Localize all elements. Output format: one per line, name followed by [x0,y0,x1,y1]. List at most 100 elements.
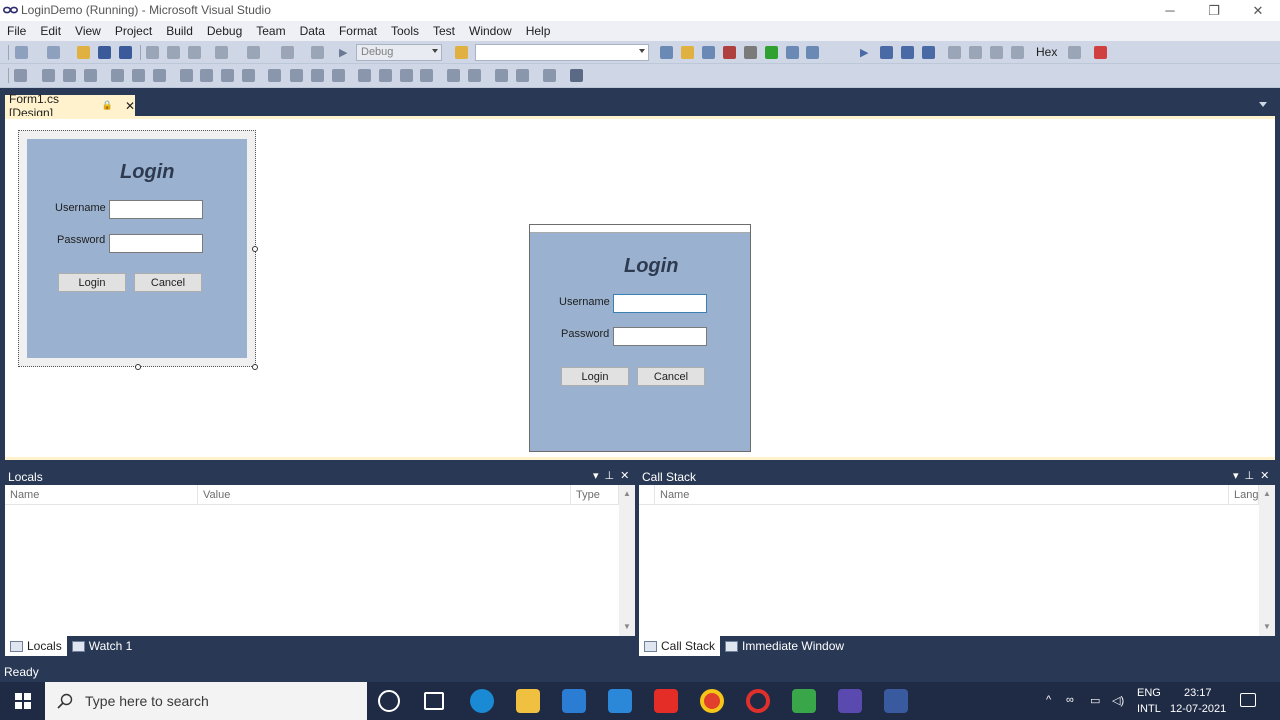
scroll-up-icon[interactable]: ▲ [1263,489,1271,498]
undo-icon[interactable] [215,46,228,59]
running-login-window[interactable]: Login Username Password Login Cancel [529,224,751,452]
cancel-button[interactable]: Cancel [637,367,705,386]
tab-form1-design[interactable]: Form1.cs [Design] 🔒 ✕ [5,92,135,120]
start-icon[interactable]: ▶ [339,46,352,59]
menu-format[interactable]: Format [332,24,384,38]
make-same-width-icon[interactable] [180,69,193,82]
decrease-vertical-spacing-icon[interactable] [400,69,413,82]
scroll-down-icon[interactable]: ▼ [623,622,631,631]
login-demo-app-icon[interactable] [884,689,908,713]
lock-controls-icon[interactable] [543,69,556,82]
menu-tools[interactable]: Tools [384,24,426,38]
youtube-icon[interactable] [654,689,678,713]
menu-debug[interactable]: Debug [200,24,249,38]
clock-date[interactable]: 12-07-2021 [1170,703,1226,715]
show-next-statement-icon[interactable] [948,46,961,59]
tab-immediate-window[interactable]: Immediate Window [720,636,849,656]
task-view-icon[interactable] [424,692,444,710]
minimize-button[interactable]: ─ [1148,0,1192,21]
running-window-caption[interactable] [530,225,750,233]
toolbox-icon[interactable] [723,46,736,59]
properties-icon[interactable] [681,46,694,59]
menu-help[interactable]: Help [519,24,558,38]
make-same-height-icon[interactable] [200,69,213,82]
tab-call-stack[interactable]: Call Stack [639,636,721,656]
extension-manager-icon[interactable] [786,46,799,59]
design-login-button[interactable]: Login [58,273,126,292]
opera-icon[interactable] [746,689,770,713]
locals-column-name[interactable]: Name [5,485,198,505]
menu-file[interactable]: File [0,24,33,38]
start-button[interactable] [0,682,45,720]
horizontal-spacing-equal-icon[interactable] [268,69,281,82]
callstack-scrollbar[interactable]: ▲ ▼ [1259,485,1275,636]
align-bottoms-icon[interactable] [153,69,166,82]
add-item-icon[interactable] [47,46,60,59]
tab-watch-1[interactable]: Watch 1 [67,636,138,656]
document-list-dropdown-icon[interactable] [1259,102,1267,107]
bring-to-front-icon[interactable] [495,69,508,82]
menu-window[interactable]: Window [462,24,519,38]
pin-icon[interactable]: ⊥ [1245,469,1255,482]
hex-toggle[interactable]: Hex [1036,45,1057,59]
step-over-icon[interactable] [990,46,1003,59]
center-horizontally-icon[interactable] [447,69,460,82]
center-vertically-icon[interactable] [468,69,481,82]
increase-horizontal-spacing-icon[interactable] [290,69,303,82]
debug-windows-icon[interactable] [1094,46,1107,59]
scroll-up-icon[interactable]: ▲ [623,489,631,498]
restart-icon[interactable] [922,46,935,59]
solution-explorer-icon[interactable] [660,46,673,59]
menu-build[interactable]: Build [159,24,200,38]
remove-vertical-spacing-icon[interactable] [420,69,433,82]
copy-icon[interactable] [167,46,180,59]
keyboard-layout-indicator[interactable]: INTL [1137,703,1161,715]
align-middles-icon[interactable] [132,69,145,82]
navigate-backward-icon[interactable] [281,46,294,59]
new-project-icon[interactable] [15,46,28,59]
visual-studio-taskbar-icon[interactable] [838,689,862,713]
decrease-horizontal-spacing-icon[interactable] [311,69,324,82]
design-password-textbox[interactable] [109,234,203,253]
navigate-forward-icon[interactable] [311,46,324,59]
increase-vertical-spacing-icon[interactable] [379,69,392,82]
paste-icon[interactable] [188,46,201,59]
mail-icon[interactable] [608,689,632,713]
menu-data[interactable]: Data [293,24,332,38]
window-position-icon[interactable]: ▾ [1233,469,1239,482]
align-lefts-icon[interactable] [42,69,55,82]
close-icon[interactable]: ✕ [620,469,629,482]
show-hidden-icons-chevron-icon[interactable]: ^ [1046,694,1051,706]
tab-order-icon[interactable] [570,69,583,82]
resize-handle-right[interactable] [252,246,258,252]
menu-test[interactable]: Test [426,24,462,38]
design-username-textbox[interactable] [109,200,203,219]
microsoft-store-icon[interactable] [562,689,586,713]
menu-view[interactable]: View [68,24,108,38]
window-position-icon[interactable]: ▾ [593,469,599,482]
restore-button[interactable]: ❐ [1192,0,1236,21]
file-explorer-icon[interactable] [516,689,540,713]
network-icon[interactable]: ∞ [1066,694,1074,706]
find-in-files-icon[interactable] [455,46,468,59]
redo-icon[interactable] [247,46,260,59]
windows-icon[interactable] [806,46,819,59]
cut-icon[interactable] [146,46,159,59]
step-out-icon[interactable] [1011,46,1024,59]
battery-icon[interactable]: ▭ [1090,694,1100,707]
locals-scrollbar[interactable]: ▲ ▼ [619,485,635,636]
tools-icon[interactable] [744,46,757,59]
align-to-grid-icon[interactable] [14,69,27,82]
breakpoints-icon[interactable] [1068,46,1081,59]
close-icon[interactable]: ✕ [1260,469,1269,482]
callstack-column-name[interactable]: Name [655,485,1229,505]
solution-configuration-dropdown[interactable]: Debug [356,44,442,61]
step-into-icon[interactable] [969,46,982,59]
stop-icon[interactable] [901,46,914,59]
find-dropdown[interactable] [475,44,649,61]
pin-icon[interactable]: ⊥ [605,469,615,482]
username-input[interactable] [613,294,707,313]
size-to-grid-icon[interactable] [242,69,255,82]
chrome-icon[interactable] [700,689,724,713]
clock-time[interactable]: 23:17 [1184,687,1212,699]
